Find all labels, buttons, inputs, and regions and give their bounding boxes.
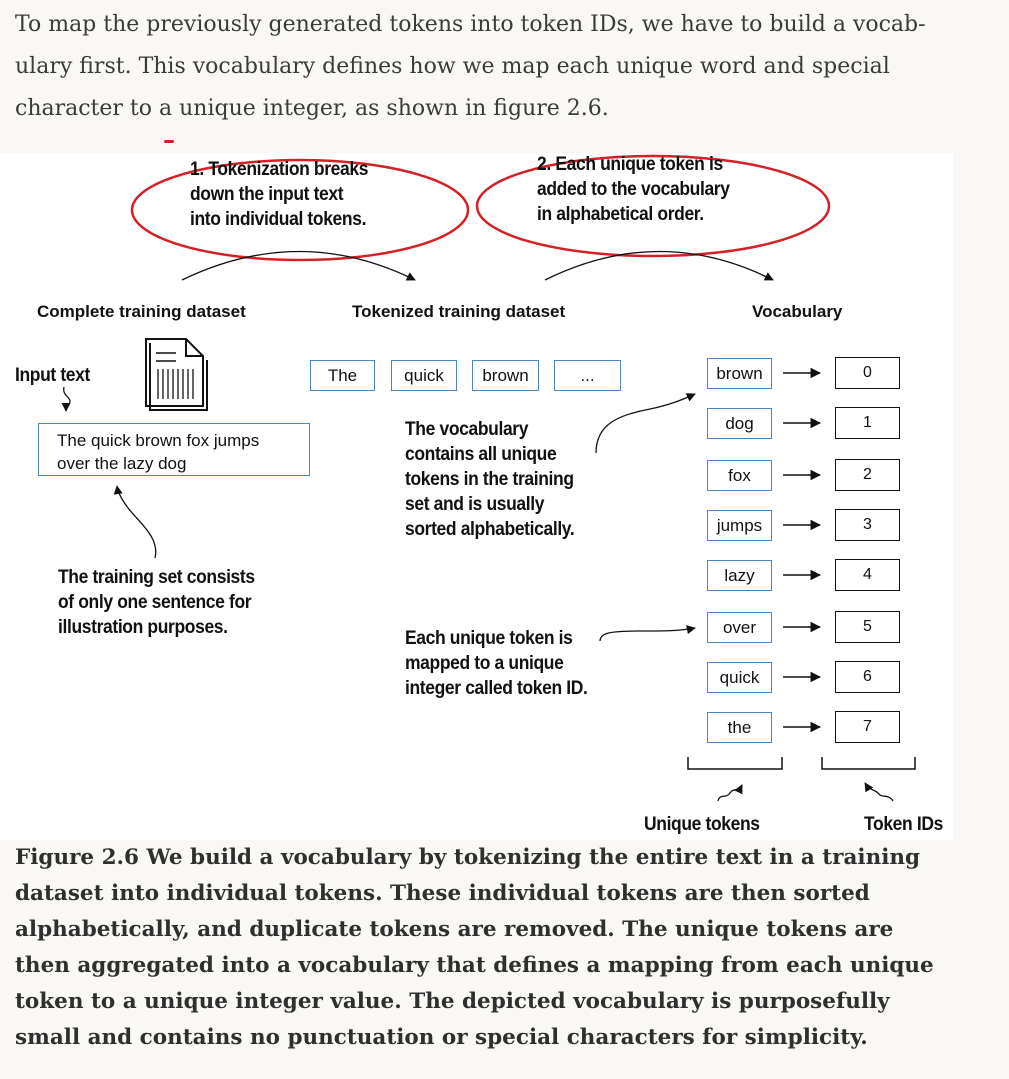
token-ids-squiggle <box>864 782 894 802</box>
mapping-note-arrow <box>599 625 696 642</box>
input-text-label: Input text <box>15 365 90 386</box>
token-box-ellipsis: ... <box>554 360 621 391</box>
vocab-token: dog <box>707 408 772 439</box>
step1-arrow <box>181 250 416 281</box>
intro-paragraph: To map the previously generated tokens i… <box>15 12 926 121</box>
input-squiggle-arrow <box>61 386 71 412</box>
red-mark <box>164 140 174 143</box>
vocab-token: fox <box>707 460 772 491</box>
step2-label: 2. Each unique token is added to the voc… <box>537 154 730 225</box>
header-complete-dataset: Complete training dataset <box>37 302 246 321</box>
token-id: 4 <box>835 559 900 591</box>
figure-2-6: 1. Tokenization breaks down the input te… <box>0 153 953 840</box>
token-id: 2 <box>835 459 900 491</box>
token-id-arrows <box>783 367 822 733</box>
vocab-note: The vocabulary contains all unique token… <box>405 419 575 540</box>
mapping-note: Each unique token is mapped to a unique … <box>405 628 588 699</box>
vocab-token: the <box>707 712 772 743</box>
vocab-token: lazy <box>707 560 772 591</box>
token-id: 7 <box>835 711 900 743</box>
token-id: 6 <box>835 661 900 693</box>
token-id: 0 <box>835 357 900 389</box>
training-note: The training set consists of only one se… <box>58 567 255 638</box>
vocab-token: quick <box>707 662 772 693</box>
token-ids-bracket <box>821 757 916 770</box>
vocab-token: over <box>707 612 772 643</box>
unique-tokens-bracket <box>687 757 783 770</box>
token-id: 5 <box>835 611 900 643</box>
token-ids-label: Token IDs <box>864 814 943 835</box>
input-text-box: The quick brown fox jumps over the lazy … <box>38 423 310 476</box>
step1-label: 1. Tokenization breaks down the input te… <box>190 159 369 230</box>
token-box: The <box>310 360 375 391</box>
token-box: brown <box>472 360 539 391</box>
document-icon <box>145 338 208 411</box>
unique-tokens-label: Unique tokens <box>644 814 760 835</box>
vocab-token: brown <box>707 358 772 389</box>
header-vocabulary: Vocabulary <box>752 302 843 321</box>
figure-caption: Figure 2.6 We build a vocabulary by toke… <box>15 845 934 1050</box>
training-note-arrow <box>113 485 157 559</box>
token-id: 1 <box>835 407 900 439</box>
token-id: 3 <box>835 509 900 541</box>
header-tokenized-dataset: Tokenized training dataset <box>352 302 566 321</box>
unique-tokens-squiggle <box>717 784 743 802</box>
token-box: quick <box>391 360 457 391</box>
vocab-note-arrow <box>595 393 696 454</box>
vocab-token: jumps <box>707 510 772 541</box>
